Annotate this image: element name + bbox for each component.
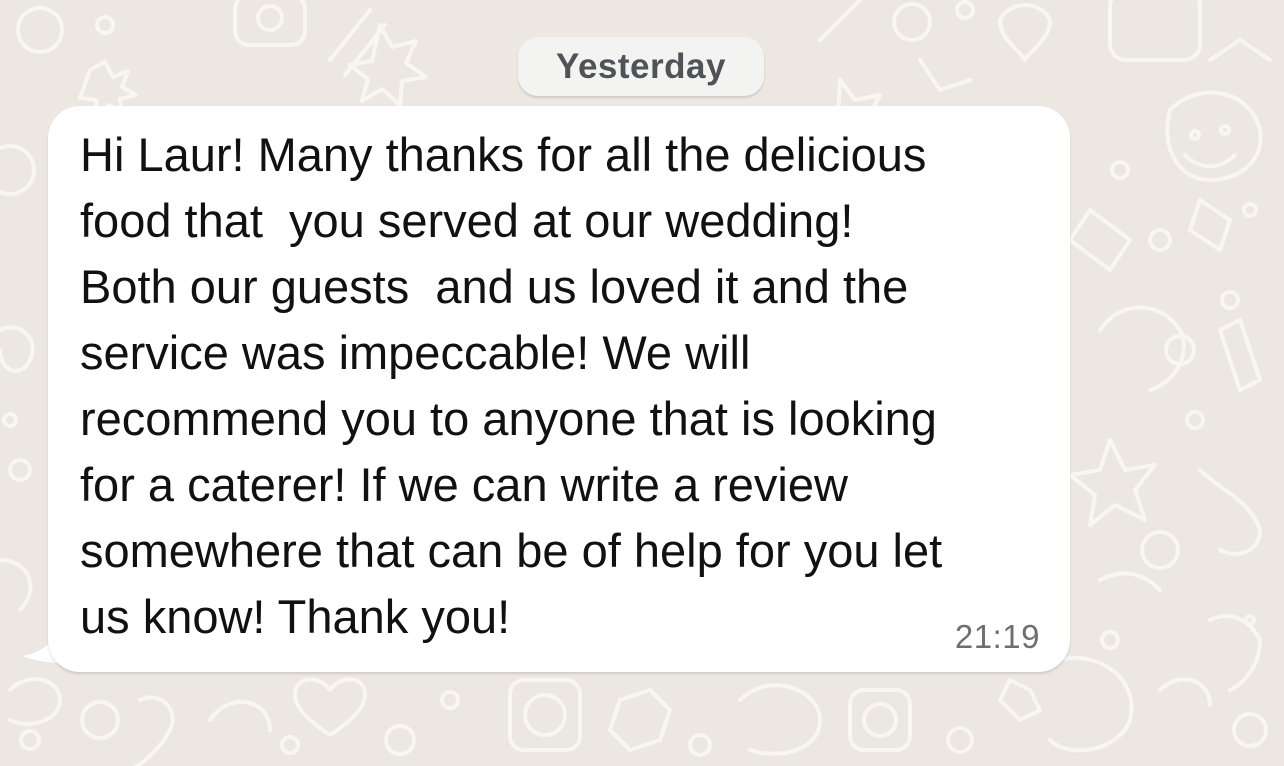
message-timestamp: 21:19: [954, 618, 1040, 655]
incoming-message-bubble[interactable]: Hi Laur! Many thanks for all the delicio…: [48, 106, 1070, 672]
message-text: Hi Laur! Many thanks for all the delicio…: [80, 128, 943, 643]
